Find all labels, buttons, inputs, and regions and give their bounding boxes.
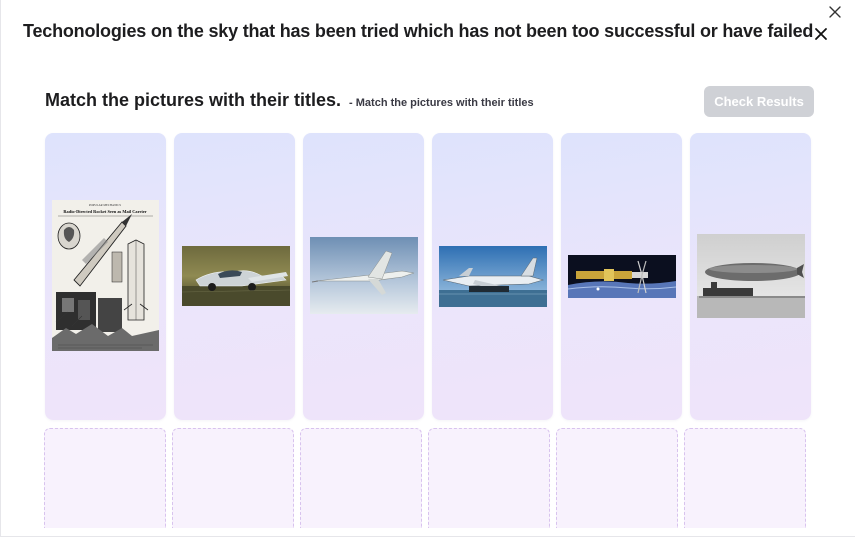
spacecraft-image (568, 255, 676, 298)
picture-card-rocket-mail[interactable]: POPULAR MECHANICS Radio-Directed Rocket … (45, 133, 166, 420)
drop-zone-2[interactable] (172, 428, 294, 528)
drop-zone-1[interactable] (44, 428, 166, 528)
drop-zone-5[interactable] (556, 428, 678, 528)
drop-zone-4[interactable] (428, 428, 550, 528)
picture-card-airship[interactable] (690, 133, 811, 420)
dialog-title: Techonologies on the sky that has been t… (23, 21, 814, 41)
dialog-frame: Techonologies on the sky that has been t… (0, 0, 855, 537)
picture-card-ekranoplan[interactable] (432, 133, 553, 420)
title-drop-zones (44, 428, 806, 528)
airship-image (697, 234, 805, 318)
magazine-page-header: POPULAR MECHANICS (89, 203, 121, 207)
ekranoplan-image (439, 246, 547, 307)
close-dialog-icon[interactable] (814, 27, 828, 41)
drop-zone-6[interactable] (684, 428, 806, 528)
exercise-heading: Match the pictures with their titles. (45, 90, 342, 110)
flying-car-image (182, 246, 290, 306)
picture-card-flying-car[interactable] (174, 133, 295, 420)
close-icon[interactable] (828, 5, 842, 19)
picture-cards: POPULAR MECHANICS Radio-Directed Rocket … (45, 133, 811, 420)
rocket-mail-image: POPULAR MECHANICS Radio-Directed Rocket … (52, 200, 159, 351)
check-results-button[interactable]: Check Results (704, 86, 814, 117)
exercise-subheading: - Match the pictures with their titles (349, 97, 534, 109)
drop-zone-3[interactable] (300, 428, 422, 528)
picture-card-supersonic-jet[interactable] (303, 133, 424, 420)
picture-card-spacecraft[interactable] (561, 133, 682, 420)
magazine-page-title: Radio-Directed Rocket Seen as Mail Carri… (63, 209, 146, 214)
supersonic-jet-image (310, 237, 418, 314)
exercise-header: Match the pictures with their titles. - … (45, 90, 534, 111)
